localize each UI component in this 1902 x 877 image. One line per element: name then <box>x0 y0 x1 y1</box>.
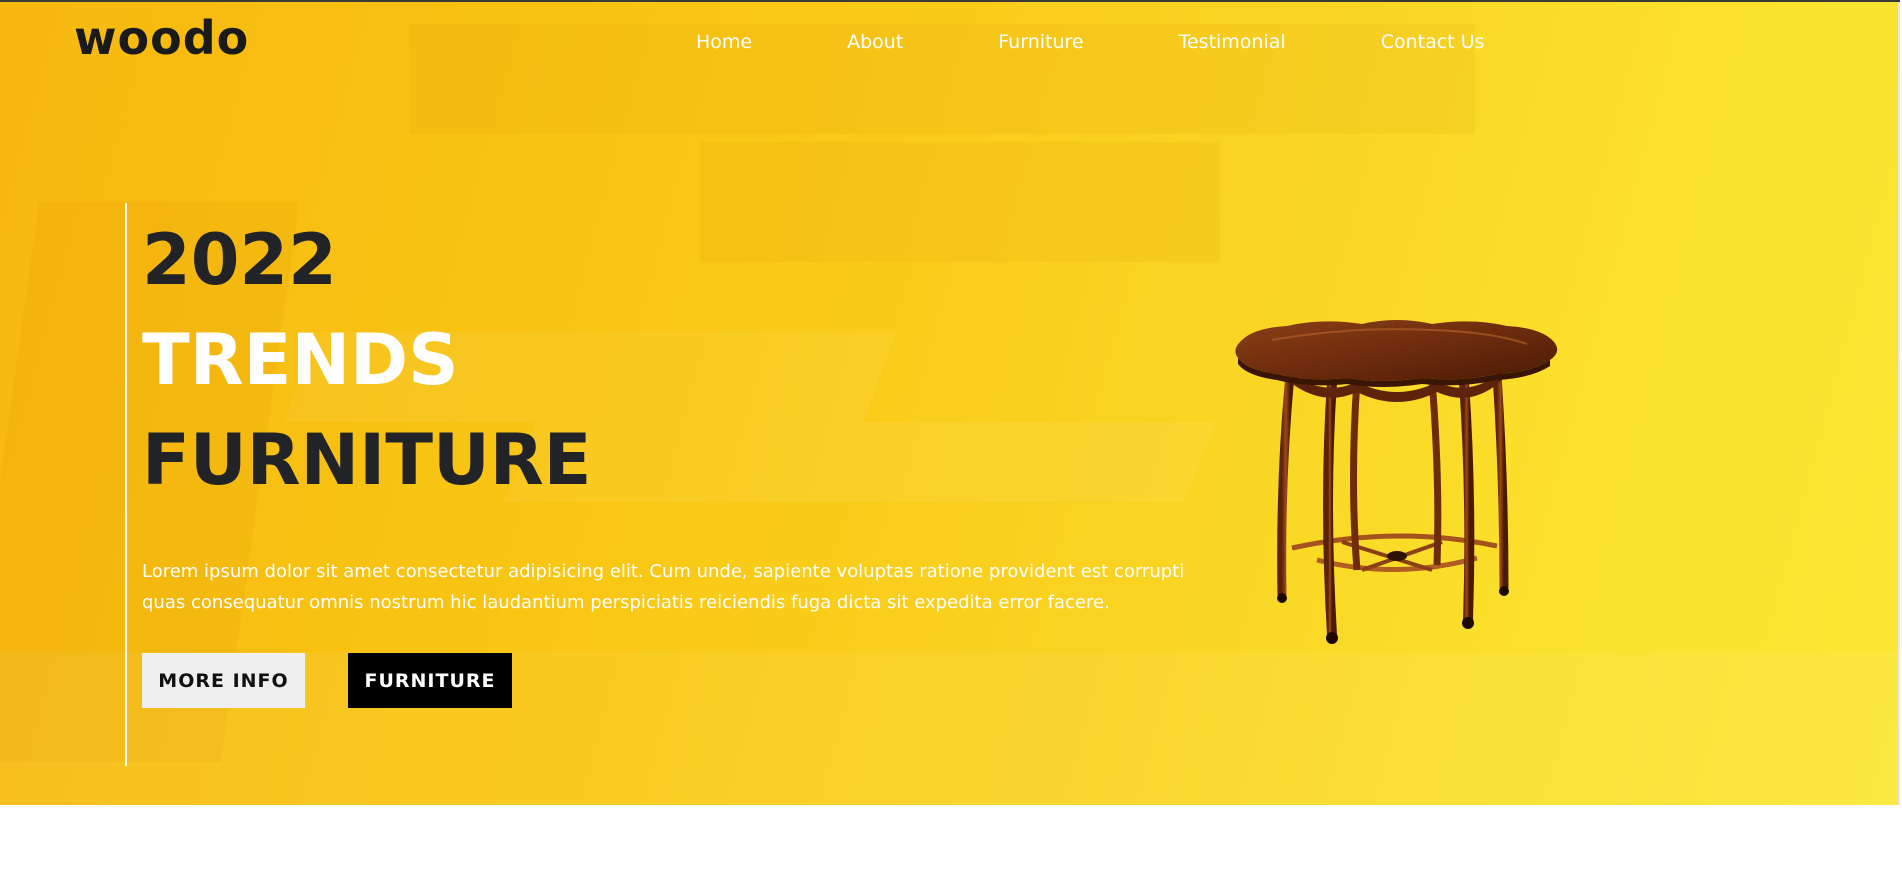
headline-year: 2022 <box>142 219 337 301</box>
hero-description: Lorem ipsum dolor sit amet consectetur a… <box>142 561 1185 613</box>
more-info-button[interactable]: MORE INFO <box>142 653 305 708</box>
nav-about[interactable]: About <box>847 30 903 54</box>
nav-home[interactable]: Home <box>696 30 752 54</box>
hero-section: woodo Home About Furniture Testimonial C… <box>0 0 1900 805</box>
headline-trends: TRENDS <box>142 319 459 401</box>
hero-vertical-divider <box>125 203 127 766</box>
hero-headline: 2022 TRENDS FURNITURE <box>142 210 592 510</box>
scrollbar[interactable] <box>1898 2 1900 805</box>
site-logo[interactable]: woodo <box>74 15 249 61</box>
nav-testimonial[interactable]: Testimonial <box>1179 30 1286 54</box>
furniture-button[interactable]: FURNITURE <box>348 653 512 708</box>
main-nav: Home About Furniture Testimonial Contact… <box>696 30 1484 54</box>
nav-furniture[interactable]: Furniture <box>998 30 1083 54</box>
headline-furniture: FURNITURE <box>142 419 592 501</box>
background-table-mid <box>503 422 1217 502</box>
table-image <box>1235 320 1558 644</box>
background-chairs <box>700 142 1220 262</box>
nav-contact[interactable]: Contact Us <box>1381 30 1485 54</box>
